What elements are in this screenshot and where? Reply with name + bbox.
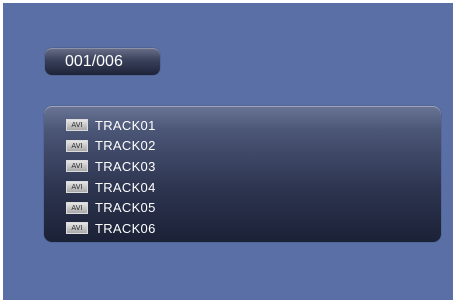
track-item[interactable]: AVI TRACK01 xyxy=(66,115,156,136)
avi-file-icon: AVI xyxy=(66,181,88,194)
avi-file-icon: AVI xyxy=(66,222,88,235)
avi-file-icon: AVI xyxy=(66,139,88,152)
track-name: TRACK04 xyxy=(95,179,156,195)
track-name: TRACK02 xyxy=(95,138,156,154)
track-item[interactable]: AVI TRACK06 xyxy=(66,218,156,239)
track-item[interactable]: AVI TRACK03 xyxy=(66,156,156,177)
track-counter-text: 001/006 xyxy=(65,53,123,70)
track-name: TRACK03 xyxy=(95,158,156,174)
avi-file-icon: AVI xyxy=(66,119,88,132)
track-name: TRACK05 xyxy=(95,200,156,216)
track-list: AVI TRACK01 AVI TRACK02 AVI TRACK03 AVI … xyxy=(66,115,156,239)
track-item[interactable]: AVI TRACK04 xyxy=(66,177,156,198)
track-item[interactable]: AVI TRACK02 xyxy=(66,136,156,157)
avi-file-icon: AVI xyxy=(66,201,88,214)
track-item[interactable]: AVI TRACK05 xyxy=(66,197,156,218)
track-name: TRACK06 xyxy=(95,220,156,236)
playlist-panel: AVI TRACK01 AVI TRACK02 AVI TRACK03 AVI … xyxy=(44,106,441,242)
media-player-screen: 001/006 AVI TRACK01 AVI TRACK02 AVI TRAC… xyxy=(3,3,453,300)
track-counter: 001/006 xyxy=(45,48,160,75)
track-name: TRACK01 xyxy=(95,117,156,133)
avi-file-icon: AVI xyxy=(66,160,88,173)
